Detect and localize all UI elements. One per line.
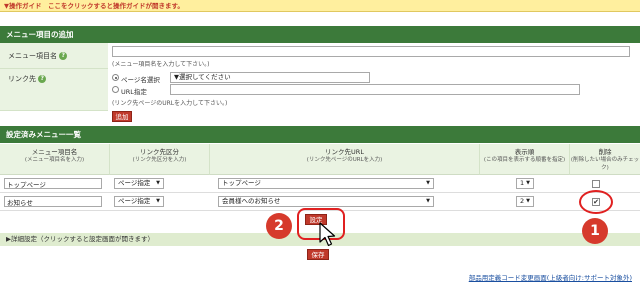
row-divider (0, 192, 640, 193)
col-header-url: リンク先URL (リンク先ページのURLを入力) (210, 144, 480, 175)
radio-url[interactable] (112, 86, 119, 93)
row-type-value: ページ指定 (118, 197, 151, 205)
row-delete-checkbox[interactable] (592, 180, 600, 188)
annotation-badge-1: 1 (582, 218, 608, 244)
help-icon[interactable]: ? (38, 75, 47, 83)
col-header-url-sub: (リンク先ページのURLを入力) (306, 157, 383, 163)
col-header-delete: 削除 (削除したい場合のみチェック) (570, 144, 640, 175)
menu-name-hint: (メニュー項目名を入力して下さい。) (112, 61, 210, 68)
col-header-order-main: 表示順 (514, 148, 535, 156)
col-header-name-sub: (メニュー項目名を入力) (24, 157, 85, 163)
url-hint: (リンク先ページのURLを入力して下さい。) (112, 100, 228, 107)
radio-url-label: URL指定 (121, 88, 147, 96)
row-url-value: 会員様へのお知らせ (222, 197, 281, 205)
url-input[interactable] (170, 84, 580, 95)
row-type-select[interactable]: ページ指定 ▼ (114, 196, 164, 207)
col-header-name: メニュー項目名 (メニュー項目名を入力) (0, 144, 110, 175)
row-order-select[interactable]: 1 ▼ (516, 178, 534, 189)
row-url-select[interactable]: 会員様へのお知らせ ▼ (218, 196, 434, 207)
link-label-cell: リンク先 ? (0, 69, 108, 111)
list-section-header: 設定済みメニュー一覧 (0, 126, 640, 143)
menu-name-input[interactable] (112, 46, 630, 57)
chevron-down-icon: ▼ (156, 198, 160, 204)
col-header-name-main: メニュー項目名 (31, 148, 78, 156)
chevron-down-icon: ▼ (526, 180, 530, 186)
row-type-select[interactable]: ページ指定 ▼ (114, 178, 164, 189)
chevron-down-icon: ▼ (426, 198, 430, 204)
annotation-badge-2: 2 (266, 213, 292, 239)
add-button[interactable]: 追加 (112, 111, 132, 122)
page-select-dropdown[interactable]: ▼選択してください (170, 72, 370, 83)
link-label: リンク先 (8, 75, 36, 83)
mouse-pointer-icon (319, 222, 336, 247)
add-section-header: メニュー項目の追加 (0, 26, 640, 43)
col-header-order-sub: (この項目を表示する順番を指定) (483, 157, 566, 163)
row-name-input[interactable] (4, 196, 102, 207)
col-header-type: リンク先区分 (リンク先区分を入力) (110, 144, 210, 175)
page-select-value: ▼選択してください (174, 73, 231, 81)
annotation-ring-delete (579, 190, 613, 214)
operation-guide-bar[interactable]: ▼操作ガイド ここをクリックすると操作ガイドが開きます。 (0, 0, 640, 12)
row-type-value: ページ指定 (118, 179, 151, 187)
menu-name-label-cell: メニュー項目名 ? (0, 43, 108, 69)
row-url-value: トップページ (222, 179, 261, 187)
save-button[interactable]: 保存 (307, 249, 329, 260)
row-order-value: 2 (520, 197, 525, 205)
definition-code-link[interactable]: 部品用定義コード変更画面(上級者向け:サポート対象外) (469, 272, 632, 282)
menu-name-label: メニュー項目名 (8, 52, 57, 60)
col-header-order: 表示順 (この項目を表示する順番を指定) (480, 144, 570, 175)
row-order-value: 1 (520, 179, 525, 187)
row-url-select[interactable]: トップページ ▼ (218, 178, 434, 189)
col-header-type-main: リンク先区分 (140, 148, 179, 156)
chevron-down-icon: ▼ (526, 198, 530, 204)
help-icon[interactable]: ? (59, 52, 68, 60)
row-order-select[interactable]: 2 ▼ (516, 196, 534, 207)
chevron-down-icon: ▼ (156, 180, 160, 186)
row-name-input[interactable] (4, 178, 102, 189)
col-header-delete-main: 削除 (598, 148, 612, 156)
col-header-type-sub: (リンク先区分を入力) (132, 157, 187, 163)
radio-page-select[interactable] (112, 74, 119, 81)
radio-page-label: ページ名選択 (121, 76, 160, 84)
chevron-down-icon: ▼ (426, 180, 430, 186)
col-header-delete-sub: (削除したい場合のみチェック) (570, 157, 640, 171)
col-header-url-main: リンク先URL (325, 148, 364, 156)
